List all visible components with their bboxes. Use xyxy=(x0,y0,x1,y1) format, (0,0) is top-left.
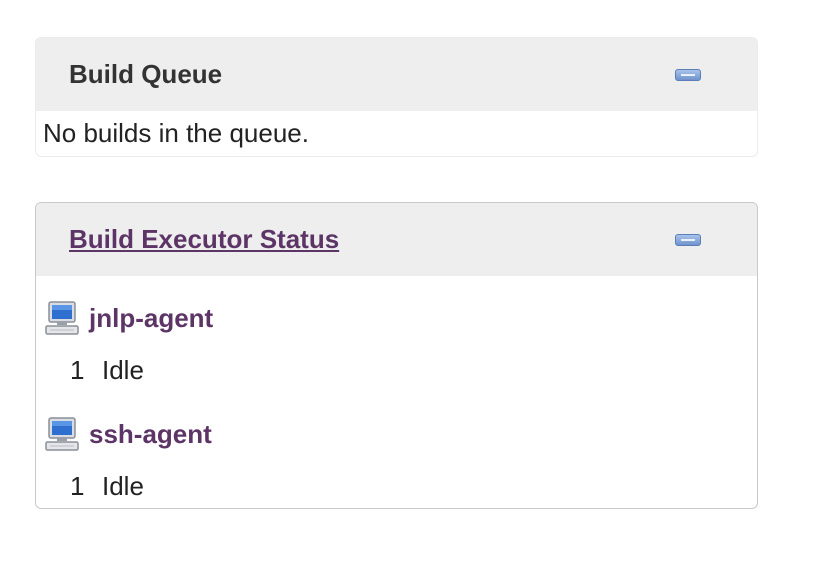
collapse-executor-status-button[interactable] xyxy=(675,234,701,246)
executor-status: Idle xyxy=(102,355,144,385)
agent-link-ssh-agent[interactable]: ssh-agent xyxy=(89,416,212,452)
build-queue-panel: Build Queue No builds in the queue. xyxy=(35,37,758,157)
minus-icon xyxy=(681,239,695,241)
build-queue-header: Build Queue xyxy=(36,38,757,111)
build-queue-title: Build Queue xyxy=(69,59,223,89)
executor-number: 1 xyxy=(70,355,85,385)
executor-number: 1 xyxy=(70,471,85,501)
executor-status-title-link[interactable]: Build Executor Status xyxy=(69,203,339,275)
collapse-build-queue-button[interactable] xyxy=(675,69,701,81)
computer-icon xyxy=(45,301,79,335)
executor-status-header: Build Executor Status xyxy=(36,203,757,276)
agent-link-jnlp-agent[interactable]: jnlp-agent xyxy=(89,300,213,336)
build-executor-status-panel: Build Executor Status jnlp-agent 1 Idle xyxy=(35,202,758,509)
executor-status: Idle xyxy=(102,471,144,501)
minus-icon xyxy=(681,74,695,76)
build-queue-empty-message: No builds in the queue. xyxy=(43,118,309,148)
executor-row: 1 Idle xyxy=(70,470,144,502)
computer-icon xyxy=(45,417,79,451)
executor-row: 1 Idle xyxy=(70,354,144,386)
